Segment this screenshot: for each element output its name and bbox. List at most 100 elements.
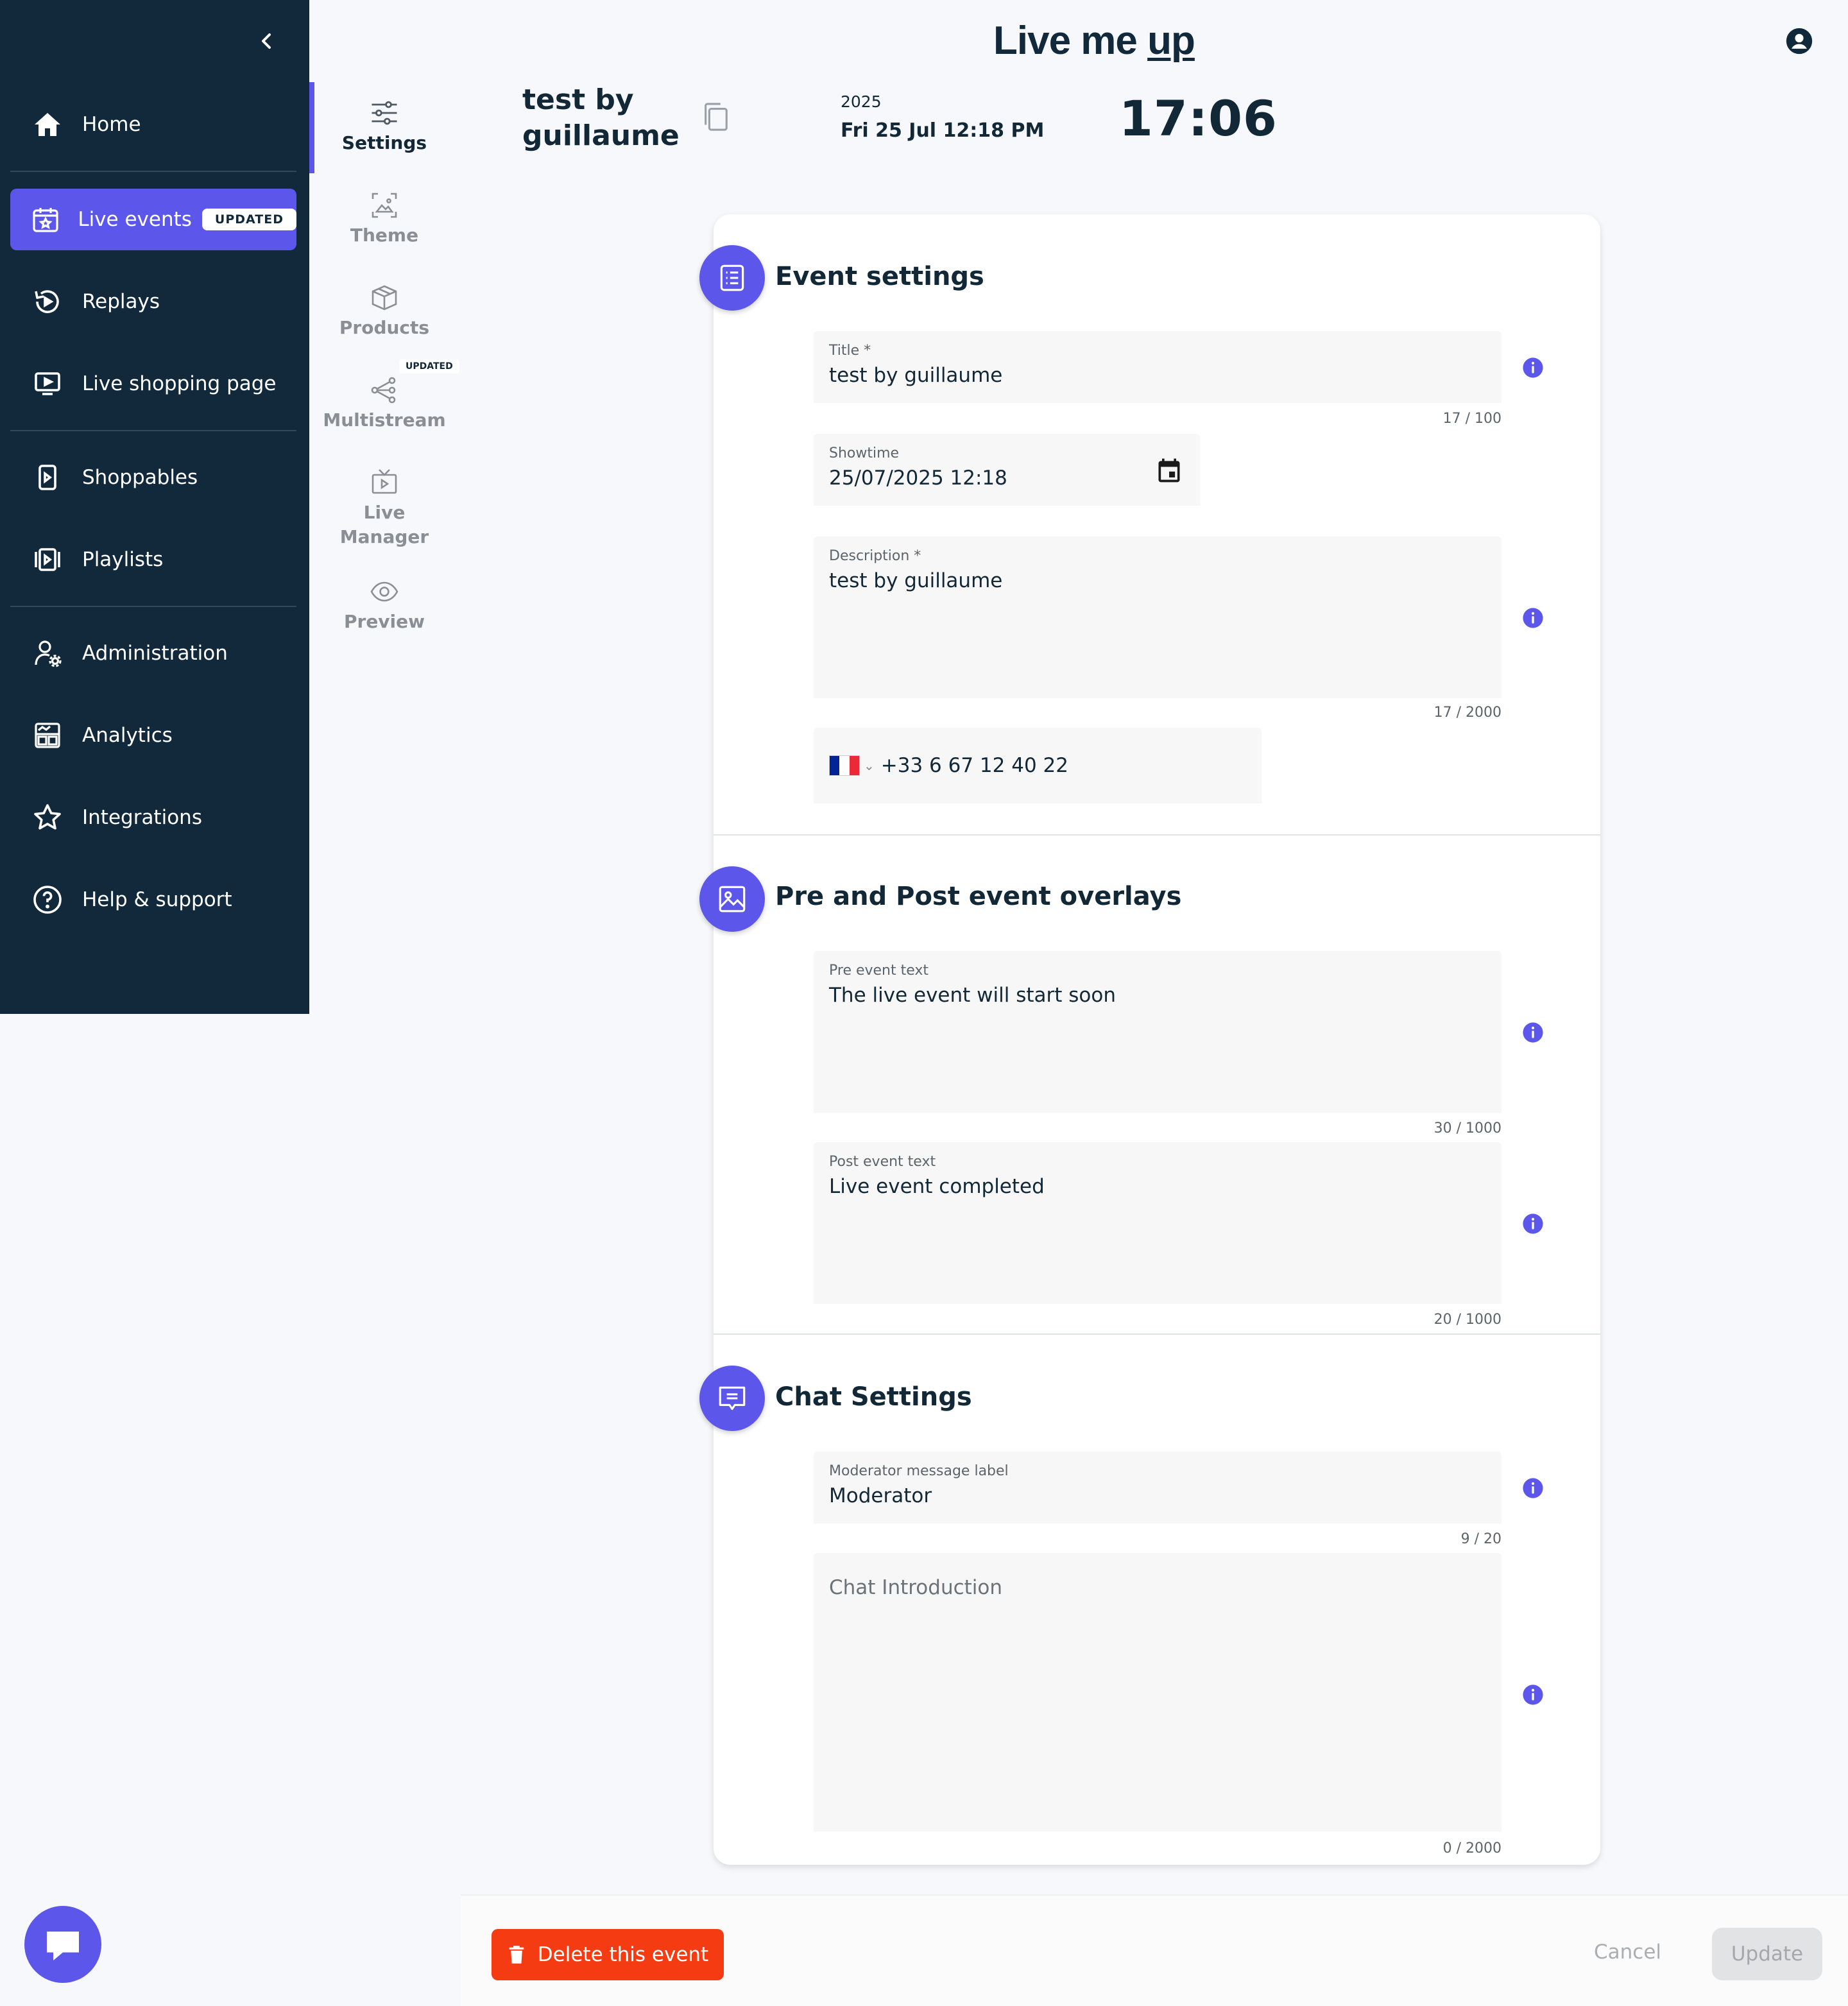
moderator-label-field[interactable]: Moderator message label Moderator <box>814 1452 1502 1523</box>
field-label: Description * <box>829 548 921 564</box>
support-chat-button[interactable] <box>24 1906 101 1983</box>
flag-stripe <box>849 756 859 775</box>
countdown-timer: 17:06 <box>1119 90 1278 147</box>
sidebar-item-analytics[interactable]: Analytics <box>10 705 296 766</box>
info-icon[interactable] <box>1522 1213 1544 1235</box>
char-counter: 30 / 1000 <box>1433 1120 1502 1136</box>
field-label: Moderator message label <box>829 1463 1009 1479</box>
sidebar-divider <box>10 430 296 431</box>
sidebar-item-label: Shoppables <box>82 466 198 489</box>
playlist-icon <box>30 542 65 578</box>
image-icon <box>699 866 765 932</box>
info-icon[interactable] <box>1522 357 1544 379</box>
info-icon[interactable] <box>1522 1022 1544 1043</box>
cancel-button[interactable]: Cancel <box>1594 1941 1661 1964</box>
delete-label: Delete this event <box>537 1943 709 1966</box>
sidebar-item-playlists[interactable]: Playlists <box>10 529 296 590</box>
sidebar-item-help-support[interactable]: Help & support <box>10 869 296 930</box>
event-date: Fri 25 Jul 12:18 PM <box>841 119 1045 142</box>
title-field[interactable]: Title * test by guillaume <box>814 331 1502 403</box>
tab-products[interactable]: Products <box>314 280 454 340</box>
char-counter: 17 / 100 <box>1442 411 1502 427</box>
sidebar-item-label: Live events <box>78 208 192 231</box>
shoppable-icon <box>30 459 65 495</box>
post-event-text-field[interactable]: Post event text Live event completed <box>814 1142 1502 1304</box>
char-counter: 17 / 2000 <box>1433 705 1502 721</box>
star-outline-icon <box>30 800 65 836</box>
sidebar-item-label: Live shopping page <box>82 372 277 395</box>
box-icon <box>314 280 454 316</box>
sidebar-item-home[interactable]: Home <box>10 94 296 155</box>
share-nodes-icon <box>314 372 454 408</box>
showtime-field[interactable]: Showtime 25/07/2025 12:18 <box>814 434 1200 506</box>
info-icon[interactable] <box>1522 607 1544 629</box>
tab-preview[interactable]: Preview <box>314 574 454 634</box>
sidebar-item-integrations[interactable]: Integrations <box>10 787 296 848</box>
tab-label: Preview <box>343 611 425 632</box>
info-icon[interactable] <box>1522 1684 1544 1706</box>
eye-icon <box>314 574 454 610</box>
france-flag-icon[interactable] <box>829 755 860 776</box>
calendar-icon[interactable] <box>1155 456 1183 488</box>
sliders-icon <box>314 95 454 131</box>
chevron-down-icon[interactable]: ⌄ <box>864 758 875 773</box>
sidebar-item-replays[interactable]: Replays <box>10 271 296 332</box>
analytics-icon <box>30 717 65 753</box>
pre-event-text-field[interactable]: Pre event text The live event will start… <box>814 951 1502 1113</box>
chevron-left-icon <box>262 33 271 49</box>
section-divider <box>714 1333 1600 1335</box>
list-icon <box>699 245 765 311</box>
updated-badge: UPDATED <box>201 209 296 230</box>
copy-icon[interactable] <box>701 101 730 136</box>
char-counter: 0 / 2000 <box>1442 1840 1502 1856</box>
phone-field[interactable]: ⌄ +33 6 67 12 40 22 <box>814 728 1262 803</box>
chat-introduction-field[interactable]: Chat Introduction <box>814 1553 1502 1831</box>
user-gear-icon <box>30 635 65 671</box>
flag-stripe <box>839 756 850 775</box>
chat-message-icon <box>699 1366 765 1431</box>
tab-label: Products <box>339 317 430 338</box>
sidebar-item-live-shopping-page[interactable]: Live shopping page <box>10 353 296 415</box>
tab-multistream[interactable]: Multistream <box>314 372 454 433</box>
app-logo: Live me up <box>993 19 1195 63</box>
update-button[interactable]: Update <box>1712 1928 1822 1980</box>
field-label: Pre event text <box>829 963 929 979</box>
chat-bubble-icon <box>47 1932 79 1960</box>
tab-live-manager[interactable]: Live Manager <box>314 465 454 549</box>
description-field[interactable]: Description * test by guillaume <box>814 536 1502 698</box>
tab-label: Live Manager <box>339 502 429 547</box>
sidebar-item-label: Help & support <box>82 888 232 911</box>
field-label: Showtime <box>829 445 900 461</box>
help-icon <box>30 882 65 918</box>
sidebar-item-label: Integrations <box>82 806 202 829</box>
home-icon <box>30 107 65 142</box>
sidebar-item-label: Analytics <box>82 724 173 747</box>
sidebar-divider <box>10 171 296 172</box>
sidebar-item-live-events[interactable]: Live events UPDATED <box>10 189 296 250</box>
sidebar-item-label: Replays <box>82 290 160 313</box>
field-value: Moderator <box>829 1484 932 1507</box>
screen-play-icon <box>30 366 65 402</box>
tab-label: Theme <box>350 225 419 246</box>
event-date-year: 2025 <box>841 92 882 111</box>
flag-stripe <box>830 756 840 775</box>
info-icon[interactable] <box>1522 1477 1544 1499</box>
sidebar-item-administration[interactable]: Administration <box>10 622 296 684</box>
collapse-sidebar-button[interactable] <box>254 28 280 54</box>
updated-badge: UPDATED <box>399 359 459 373</box>
section-divider <box>714 834 1600 836</box>
delete-event-button[interactable]: Delete this event <box>492 1929 724 1980</box>
sidebar-divider <box>10 606 296 607</box>
tab-settings[interactable]: Settings <box>314 95 454 155</box>
tab-theme[interactable]: Theme <box>314 187 454 248</box>
field-value: test by guillaume <box>829 364 1003 387</box>
account-icon[interactable] <box>1785 27 1813 58</box>
event-title: test by guillaume <box>522 83 680 152</box>
phone-value: +33 6 67 12 40 22 <box>880 754 1068 777</box>
field-value: The live event will start soon <box>829 984 1116 1007</box>
main-sidebar: Home Live events UPDATED Replays Live sh… <box>0 0 309 1014</box>
sidebar-item-shoppables[interactable]: Shoppables <box>10 447 296 508</box>
theme-icon <box>314 187 454 223</box>
tab-label: Multistream <box>323 409 446 431</box>
field-placeholder: Chat Introduction <box>829 1576 1003 1599</box>
